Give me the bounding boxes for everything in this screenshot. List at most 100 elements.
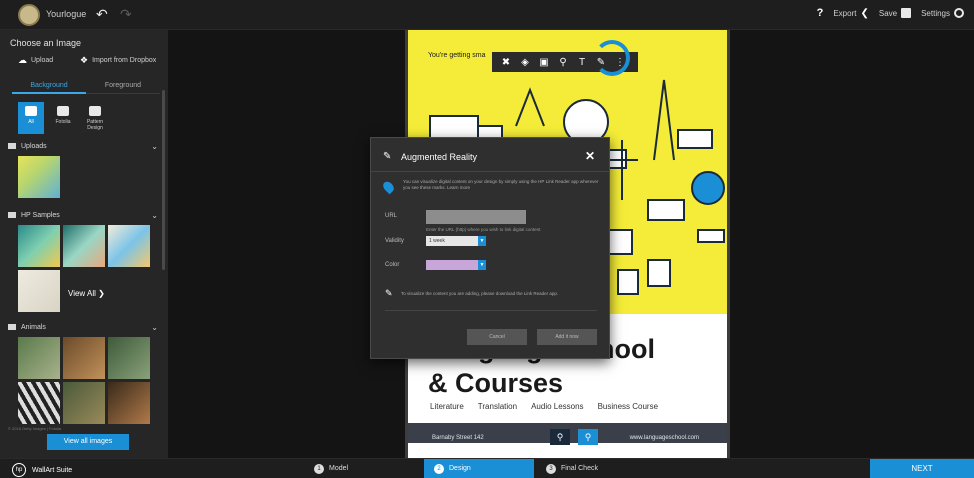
tab-foreground[interactable]: Foreground [86, 80, 160, 94]
panel-scrollbar[interactable] [162, 90, 165, 270]
color-label: Color [385, 262, 400, 268]
zoom-out-icon[interactable]: ⚲ [550, 429, 570, 445]
print-icon[interactable]: ▣ [538, 57, 550, 68]
chevron-down-icon: ⌄ [151, 210, 158, 220]
step-label: Final Check [561, 465, 598, 472]
undo-icon[interactable]: ↶ [96, 6, 108, 23]
animal-thumbnail[interactable] [63, 337, 105, 379]
dropbox-button[interactable]: ❖ Import from Dropbox [80, 55, 156, 66]
filter-fotolia[interactable]: Fotolia [50, 102, 76, 134]
next-button[interactable]: NEXT [870, 459, 974, 478]
step-label: Model [329, 465, 349, 472]
section-uploads[interactable]: Uploads ⌄ [8, 140, 160, 152]
view-all-link[interactable]: View All ❯ [68, 289, 105, 298]
folder-icon [8, 143, 16, 149]
export-label: Export [833, 8, 857, 18]
filter-all-label: All [28, 119, 34, 125]
tab-background[interactable]: Background [12, 80, 86, 94]
folder-icon [8, 212, 16, 218]
dropbox-icon: ❖ [80, 55, 89, 65]
design-address: Barnaby Street 142 [432, 435, 484, 441]
step-label: Design [449, 465, 471, 472]
step-design[interactable]: 2 Design [424, 459, 534, 478]
section-animals[interactable]: Animals ⌄ [8, 321, 160, 333]
design-subjects: Literature Translation Audio Lessons Bus… [430, 402, 658, 411]
animal-thumbnail[interactable] [108, 337, 150, 379]
location-pin-icon [381, 179, 396, 195]
validity-label: Validity [385, 238, 404, 244]
zoom-in-icon[interactable]: ⚲ [578, 429, 598, 445]
cloud-upload-icon: ☁ [18, 55, 27, 65]
color-select[interactable]: ▼ [426, 260, 486, 270]
subject-item: Translation [477, 402, 518, 411]
sample-thumbnail[interactable] [108, 225, 150, 267]
sample-thumbnail[interactable] [18, 225, 60, 267]
ar-edit-icon: ✎ [385, 288, 393, 298]
view-all-images-button[interactable]: View all images [47, 434, 129, 450]
help-button[interactable]: ? [817, 7, 824, 19]
ar-edit-icon: ✎ [383, 151, 392, 162]
brand-name: WallArt Suite [32, 466, 73, 474]
sample-thumbnail[interactable] [18, 270, 60, 312]
close-icon[interactable]: ✕ [585, 149, 595, 163]
save-label: Save [878, 8, 898, 18]
pattern-icon [89, 106, 101, 116]
dialog-note: To visualize the content you are adding,… [401, 291, 559, 296]
filter-all[interactable]: All [18, 102, 44, 134]
animal-thumbnail[interactable] [63, 382, 105, 424]
share-icon: ❮ [860, 7, 869, 19]
highlight-ring [594, 40, 630, 76]
step-final-check[interactable]: 3 Final Check [536, 459, 646, 478]
chevron-down-icon: ▼ [478, 236, 486, 246]
section-label: Uploads [21, 142, 47, 150]
url-label: URL [385, 213, 398, 219]
subject-item: Literature [430, 402, 464, 411]
dialog-title: Augmented Reality [401, 152, 478, 162]
image-type-filter: All Fotolia Pattern Design [18, 102, 108, 134]
top-actions: ? Export ❮ Save Settings [817, 7, 964, 19]
redo-icon[interactable]: ↷ [120, 6, 132, 23]
upload-thumbnail[interactable] [18, 156, 60, 198]
cancel-button[interactable]: Cancel [467, 329, 527, 345]
chevron-down-icon: ⌄ [151, 322, 158, 332]
app-window: Yourlogue ↶ ↷ ? Export ❮ Save Settings C… [0, 0, 974, 478]
validity-select[interactable]: 1 week ▼ [426, 236, 486, 246]
design-tagline: You're getting sma [428, 52, 486, 59]
crop-icon[interactable]: ✖ [500, 57, 512, 68]
image-panel: Choose an Image ☁ Upload ❖ Import from D… [0, 30, 168, 458]
animal-thumbnail[interactable] [108, 382, 150, 424]
dialog-description: You can visualize digital content on you… [403, 179, 599, 190]
augmented-reality-dialog: ✎ Augmented Reality ✕ You can visualize … [370, 137, 610, 359]
step-model[interactable]: 1 Model [304, 459, 414, 478]
url-hint: Enter the URL (http) where you wish to l… [426, 227, 541, 232]
hp-logo-icon: hp [12, 463, 26, 477]
settings-button[interactable]: Settings [921, 8, 964, 18]
panel-title: Choose an Image [10, 38, 82, 48]
section-label: Animals [21, 323, 46, 331]
save-button[interactable]: Save [878, 8, 912, 18]
url-field[interactable] [426, 210, 526, 224]
animal-thumbnail[interactable] [18, 337, 60, 379]
section-hp-samples[interactable]: HP Samples ⌄ [8, 209, 160, 221]
section-label: HP Samples [21, 211, 60, 219]
image-credit: © 2016 Getty Images | Fotolia [8, 426, 62, 431]
validity-value: 1 week [429, 238, 445, 244]
floppy-icon [901, 8, 912, 18]
fill-icon[interactable]: ◈ [519, 57, 531, 68]
logo[interactable] [18, 4, 40, 26]
text-icon[interactable]: T [576, 57, 588, 68]
zoom-icon[interactable]: ⚲ [557, 57, 569, 68]
step-number: 3 [546, 464, 556, 474]
filter-fotolia-label: Fotolia [55, 119, 71, 125]
subject-item: Business Course [597, 402, 659, 411]
logo-name: Yourlogue [46, 9, 87, 19]
animal-thumbnail[interactable] [18, 382, 60, 424]
upload-button[interactable]: ☁ Upload [18, 55, 53, 66]
add-it-now-button[interactable]: Add it now [537, 329, 597, 345]
fotolia-icon [57, 106, 69, 116]
filter-pattern-design[interactable]: Pattern Design [82, 102, 108, 134]
dropbox-label: Import from Dropbox [92, 57, 157, 64]
sample-thumbnail[interactable] [63, 225, 105, 267]
export-button[interactable]: Export ❮ [833, 8, 869, 19]
gear-icon [954, 8, 964, 18]
